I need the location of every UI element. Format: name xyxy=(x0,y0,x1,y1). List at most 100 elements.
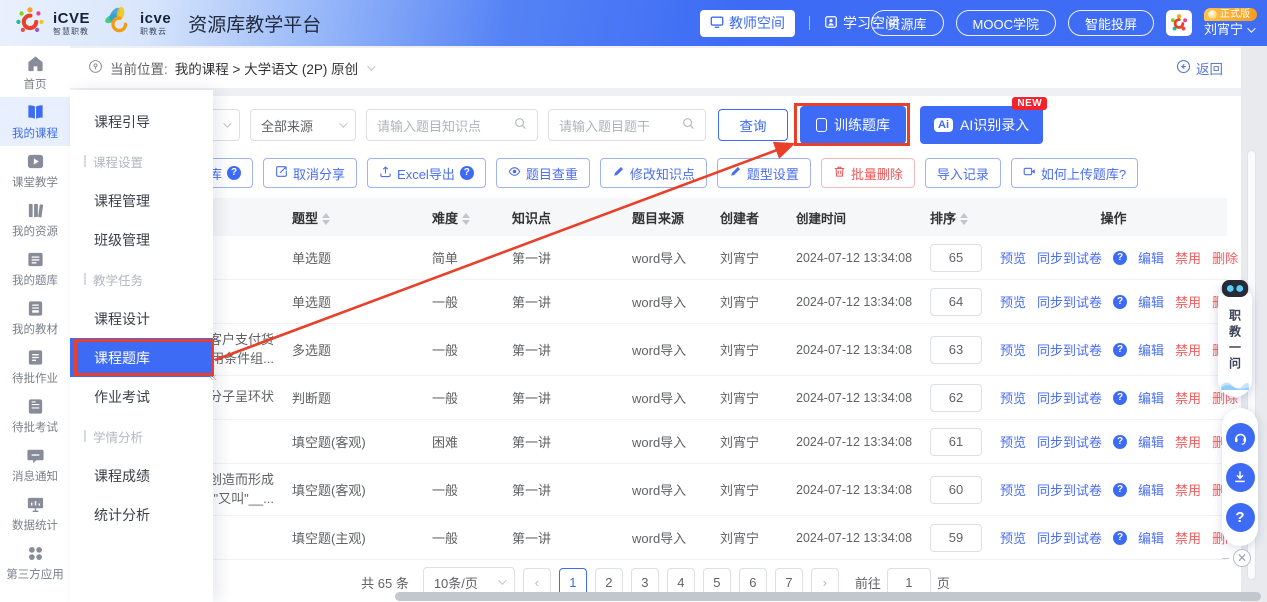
help-icon[interactable]: ? xyxy=(227,166,241,180)
disable-link[interactable]: 禁用 xyxy=(1175,388,1201,407)
column-header[interactable]: 排序 xyxy=(918,208,988,227)
sidebar-item[interactable]: 首页 xyxy=(0,48,70,97)
sidebar-item[interactable]: 待批作业 xyxy=(0,342,70,391)
download-button[interactable] xyxy=(1226,463,1255,492)
delete-link[interactable]: 删除 xyxy=(1212,248,1238,267)
help-icon[interactable]: ? xyxy=(1113,251,1127,265)
sync-to-paper-link[interactable]: 同步到试卷 xyxy=(1037,248,1102,267)
help-icon[interactable]: ? xyxy=(1113,531,1127,545)
sidebar-item[interactable]: 数据统计 xyxy=(0,489,70,538)
sort-icon[interactable] xyxy=(960,213,968,225)
menu-item[interactable]: 班级管理 xyxy=(70,220,213,259)
app-mini-logo-icon[interactable] xyxy=(1166,10,1192,36)
sidebar-item[interactable]: 待批考试 xyxy=(0,391,70,440)
source-select[interactable]: 全部来源 xyxy=(250,109,356,141)
sort-input[interactable]: 59 xyxy=(930,524,982,552)
help-icon[interactable]: ? xyxy=(1113,483,1127,497)
help-icon[interactable]: ? xyxy=(1113,435,1127,449)
query-button[interactable]: 查询 xyxy=(718,109,788,141)
nav-pill[interactable]: MOOC学院 xyxy=(956,10,1056,36)
help-icon[interactable]: ? xyxy=(1113,295,1127,309)
collapse-icon[interactable]: « xyxy=(209,368,217,384)
edit-link[interactable]: 编辑 xyxy=(1138,388,1164,407)
help-icon[interactable]: ? xyxy=(1113,391,1127,405)
menu-item[interactable]: 作业考试 xyxy=(70,377,213,416)
sort-input[interactable]: 63 xyxy=(930,336,982,364)
horizontal-scrollbar[interactable] xyxy=(395,592,1261,601)
toolbar-button[interactable]: 批量删除 xyxy=(821,158,915,188)
close-floating-button[interactable]: ✕ xyxy=(1233,549,1251,567)
menu-item[interactable]: 课程设计 xyxy=(70,299,213,338)
sidebar-item[interactable]: 我的课程 xyxy=(0,97,70,146)
customer-service-button[interactable] xyxy=(1226,423,1255,452)
edit-link[interactable]: 编辑 xyxy=(1138,432,1164,451)
disable-link[interactable]: 禁用 xyxy=(1175,432,1201,451)
sync-to-paper-link[interactable]: 同步到试卷 xyxy=(1037,340,1102,359)
preview-link[interactable]: 预览 xyxy=(1000,340,1026,359)
disable-link[interactable]: 禁用 xyxy=(1175,248,1201,267)
sort-input[interactable]: 60 xyxy=(930,476,982,504)
sync-to-paper-link[interactable]: 同步到试卷 xyxy=(1037,480,1102,499)
sort-icon[interactable] xyxy=(462,213,470,225)
sync-to-paper-link[interactable]: 同步到试卷 xyxy=(1037,292,1102,311)
train-bank-button[interactable]: 训练题库 xyxy=(800,106,906,144)
toolbar-button[interactable]: 题目查重 xyxy=(496,158,590,188)
edit-link[interactable]: 编辑 xyxy=(1138,528,1164,547)
edit-link[interactable]: 编辑 xyxy=(1138,480,1164,499)
toolbar-button[interactable]: 导入记录 xyxy=(925,158,1001,188)
column-header[interactable]: 题型 xyxy=(280,208,420,227)
sort-input[interactable]: 64 xyxy=(930,288,982,316)
nav-pill[interactable]: 资源库 xyxy=(871,10,944,36)
chevron-down-icon[interactable] xyxy=(367,62,375,70)
preview-link[interactable]: 预览 xyxy=(1000,480,1026,499)
menu-item[interactable]: 课程引导 xyxy=(70,102,213,141)
disable-link[interactable]: 禁用 xyxy=(1175,292,1201,311)
toolbar-button[interactable]: 取消分享 xyxy=(263,158,357,188)
menu-item[interactable]: 课程题库 xyxy=(70,338,213,377)
menu-item[interactable]: 课程管理 xyxy=(70,181,213,220)
toolbar-button[interactable]: 修改知识点 xyxy=(600,158,707,188)
preview-link[interactable]: 预览 xyxy=(1000,292,1026,311)
user-menu[interactable]: 刘宵宁 xyxy=(1204,23,1253,37)
nav-pill[interactable]: 智能投屏 xyxy=(1068,10,1154,36)
sort-input[interactable]: 61 xyxy=(930,428,982,456)
stem-search-input[interactable]: 请输入题目题干 xyxy=(548,109,706,141)
menu-item[interactable]: 统计分析 xyxy=(70,495,213,534)
sync-to-paper-link[interactable]: 同步到试卷 xyxy=(1037,388,1102,407)
disable-link[interactable]: 禁用 xyxy=(1175,480,1201,499)
sort-input[interactable]: 62 xyxy=(930,384,982,412)
ai-recognition-button[interactable]: Ai AI识别录入 NEW xyxy=(920,106,1043,144)
edit-link[interactable]: 编辑 xyxy=(1138,248,1164,267)
back-button[interactable]: 返回 xyxy=(1176,58,1223,78)
edit-link[interactable]: 编辑 xyxy=(1138,340,1164,359)
sync-to-paper-link[interactable]: 同步到试卷 xyxy=(1037,528,1102,547)
help-button[interactable]: ? xyxy=(1226,503,1255,532)
preview-link[interactable]: 预览 xyxy=(1000,388,1026,407)
help-icon[interactable]: ? xyxy=(1113,343,1127,357)
preview-link[interactable]: 预览 xyxy=(1000,528,1026,547)
edit-link[interactable]: 编辑 xyxy=(1138,292,1164,311)
sidebar-item[interactable]: 第三方应用 xyxy=(0,538,70,587)
sidebar-item[interactable]: 我的题库 xyxy=(0,244,70,293)
sidebar-item[interactable]: 消息通知 xyxy=(0,440,70,489)
assistant-tab[interactable]: 职教一问 xyxy=(1218,283,1252,397)
disable-link[interactable]: 禁用 xyxy=(1175,340,1201,359)
toolbar-button[interactable]: Excel导出? xyxy=(367,158,486,188)
disable-link[interactable]: 禁用 xyxy=(1175,528,1201,547)
sidebar-item[interactable]: 课堂教学 xyxy=(0,146,70,195)
sort-icon[interactable] xyxy=(322,213,330,225)
sort-input[interactable]: 65 xyxy=(930,244,982,272)
breadcrumb-path[interactable]: 我的课程 > 大学语文 (2P) 原创 xyxy=(175,58,358,78)
toolbar-button[interactable]: 如何上传题库? xyxy=(1011,158,1138,188)
column-header[interactable]: 难度 xyxy=(420,208,500,227)
knowledge-search-input[interactable]: 请输入题目知识点 xyxy=(366,109,538,141)
help-icon[interactable]: ? xyxy=(460,166,474,180)
toolbar-button[interactable]: 题型设置 xyxy=(717,158,811,188)
sidebar-item[interactable]: 我的教材 xyxy=(0,293,70,342)
sidebar-item[interactable]: 我的资源 xyxy=(0,195,70,244)
preview-link[interactable]: 预览 xyxy=(1000,432,1026,451)
preview-link[interactable]: 预览 xyxy=(1000,248,1026,267)
menu-item[interactable]: 课程成绩 xyxy=(70,456,213,495)
teacher-space-button[interactable]: 教师空间 xyxy=(700,10,795,37)
sync-to-paper-link[interactable]: 同步到试卷 xyxy=(1037,432,1102,451)
